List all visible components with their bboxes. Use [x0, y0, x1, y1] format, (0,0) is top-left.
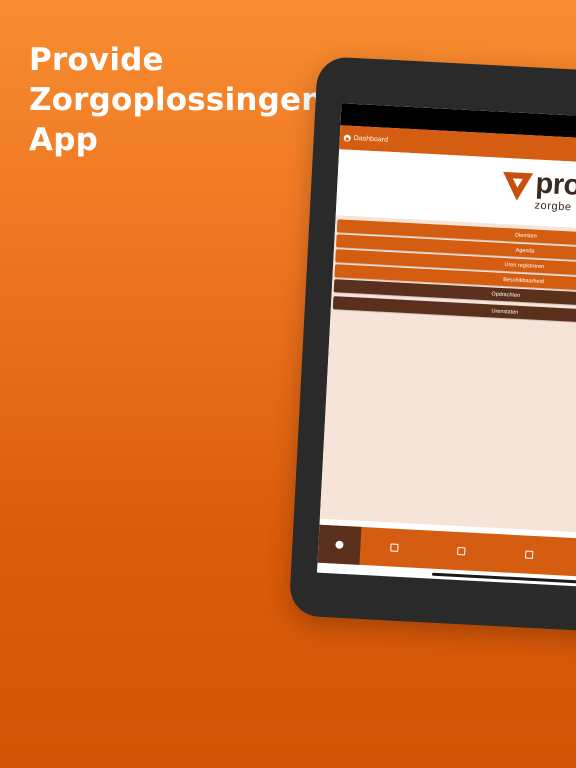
provide-logo-mark	[501, 171, 534, 202]
tab-dashboard[interactable]	[317, 524, 362, 565]
menu-item-label: Diensten	[514, 232, 537, 240]
menu-item-label: Urenstaten	[491, 307, 519, 316]
tablet-device: Dashboard pro zorgbe Diensten Agenda Ure…	[288, 56, 576, 638]
tab-clock[interactable]	[494, 534, 563, 575]
logo-subtext: zorgbe	[534, 199, 572, 214]
headline-line-1: Provide	[29, 42, 164, 78]
nav-title: Dashboard	[353, 134, 389, 144]
headline-line-2: Zorgoplossingen	[29, 82, 324, 118]
app-screen: Dashboard pro zorgbe Diensten Agenda Ure…	[316, 103, 576, 593]
menu-item-label: Opdrachten	[491, 290, 521, 299]
dashboard-icon	[335, 540, 344, 549]
dashboard-icon	[343, 133, 351, 142]
tab-id-card[interactable]	[427, 530, 496, 571]
menu-item-label: Agenda	[515, 247, 535, 255]
menu-item-label: Uren registreren	[504, 261, 545, 270]
logo-text: pro	[534, 167, 576, 202]
headline: Provide Zorgoplossingen App	[29, 40, 324, 160]
clock-icon	[524, 550, 534, 559]
id-card-icon	[457, 546, 466, 556]
tab-calendar[interactable]	[562, 538, 576, 579]
tab-list[interactable]	[359, 527, 428, 568]
dashboard-menu: Diensten Agenda Uren registreren Beschik…	[319, 215, 576, 539]
list-icon	[389, 543, 399, 552]
headline-line-3: App	[29, 122, 98, 158]
menu-item-label: Beschikbaarheid	[503, 276, 544, 285]
